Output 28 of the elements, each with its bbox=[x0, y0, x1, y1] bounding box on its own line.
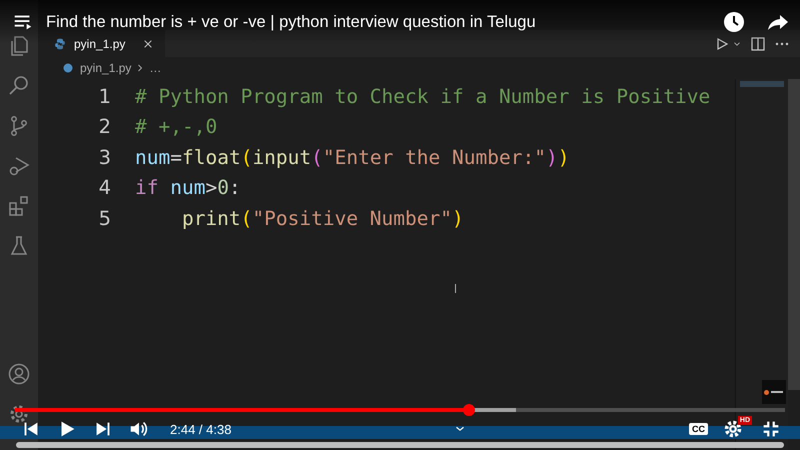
code-line: # +,-,0 bbox=[135, 115, 218, 138]
breadcrumb-item[interactable]: … bbox=[149, 61, 162, 75]
time-display: 2:44 / 4:38 bbox=[170, 422, 232, 436]
python-file-icon bbox=[62, 62, 74, 74]
python-file-icon bbox=[54, 38, 66, 50]
captions-button[interactable]: CC bbox=[689, 423, 708, 435]
scrollbar[interactable] bbox=[788, 79, 800, 390]
account-icon[interactable] bbox=[7, 362, 31, 386]
line-number: 1 bbox=[98, 84, 112, 108]
line-number: 3 bbox=[98, 146, 112, 169]
text-cursor-icon bbox=[455, 284, 458, 293]
clock-icon[interactable] bbox=[722, 10, 746, 34]
line-number: 2 bbox=[98, 115, 112, 138]
close-icon[interactable] bbox=[143, 38, 154, 48]
video-title[interactable]: Find the number is + ve or -ve | python interview question in Telugu bbox=[46, 12, 536, 32]
horizontal-scrollbar[interactable] bbox=[16, 442, 784, 448]
breadcrumb-item[interactable]: pyin_1.py bbox=[80, 61, 132, 75]
editor-tab[interactable]: pyin_1.py bbox=[38, 30, 166, 57]
split-editor-icon[interactable] bbox=[750, 36, 766, 52]
code-line: if num>0: bbox=[135, 176, 241, 200]
chevron-right-icon bbox=[137, 63, 144, 73]
code-line: num=float(input("Enter the Number:")) bbox=[135, 146, 570, 169]
line-number: 5 bbox=[98, 206, 112, 230]
extensions-icon[interactable] bbox=[7, 194, 31, 218]
code-line: # Python Program to Check if a Number is Positive bbox=[135, 84, 710, 108]
code-line: print("Positive Number") bbox=[180, 206, 464, 230]
channel-logo bbox=[762, 380, 786, 404]
line-number: 4 bbox=[98, 176, 112, 200]
